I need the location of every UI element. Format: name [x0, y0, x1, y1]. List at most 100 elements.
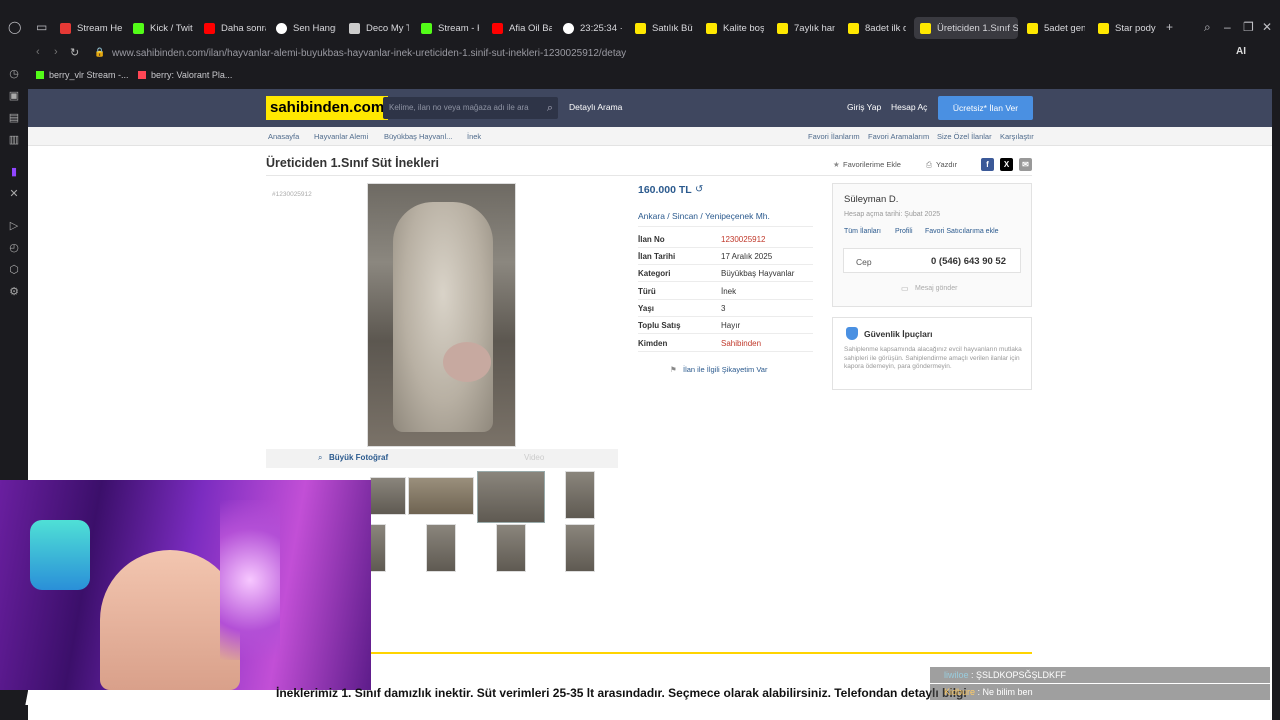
ai-button[interactable]: AI: [1236, 46, 1246, 57]
browser-tab[interactable]: Afia Oil Ba: [492, 17, 552, 39]
tab-label: 5adet genç: [1044, 22, 1085, 34]
browser-tab[interactable]: Daha sonra: [204, 17, 266, 39]
seller-since: Hesap açma tarihi: Şubat 2025: [844, 211, 941, 218]
browser-tab[interactable]: Star podyu: [1098, 17, 1156, 39]
facebook-icon[interactable]: f: [981, 158, 994, 171]
video-tab[interactable]: Video: [524, 453, 544, 462]
info-row: Toplu Satış Hayır: [638, 317, 813, 334]
info-key: Kimden: [638, 339, 668, 348]
sidebar-item-icon[interactable]: ◷: [8, 68, 20, 80]
thumbnail[interactable]: [426, 524, 456, 572]
sidebar-item-icon[interactable]: ▣: [8, 90, 20, 102]
seller-profile-link[interactable]: Profili: [895, 228, 913, 235]
extensions-icon[interactable]: ⬡: [8, 264, 20, 276]
thumbnail[interactable]: [408, 477, 474, 515]
chat-line: Kidbure : Ne bilim ben: [930, 684, 1270, 700]
top-link[interactable]: Favori İlanlarım: [808, 132, 860, 141]
forward-icon[interactable]: ›: [54, 46, 58, 58]
seller-favorite-link[interactable]: Favori Satıcılarıma ekle: [925, 228, 999, 235]
tab-label: Üreticiden 1.Sınıf Sü: [937, 22, 1018, 34]
twitch-icon[interactable]: ▮: [8, 166, 20, 178]
top-link[interactable]: Size Özel İlanlar: [937, 132, 992, 141]
breadcrumb-item[interactable]: İnek: [467, 132, 481, 141]
opera-logo-icon[interactable]: ◯: [8, 20, 21, 34]
close-icon[interactable]: ✕: [1262, 20, 1272, 34]
location-district[interactable]: Sincan: [672, 211, 698, 221]
browser-tab[interactable]: 7aylık ham: [777, 17, 835, 39]
thumbnail[interactable]: [370, 524, 386, 572]
maximize-icon[interactable]: ❐: [1243, 20, 1254, 34]
send-message-link[interactable]: Mesaj gönder: [915, 285, 957, 292]
tab-favicon-icon: [777, 22, 788, 34]
seller-name[interactable]: Süleyman D.: [844, 194, 898, 205]
print-icon: ⎙: [926, 160, 932, 169]
search-tabs-icon[interactable]: ⌕: [1204, 20, 1211, 35]
bookmark-item[interactable]: berry: Valorant Pla...: [138, 70, 232, 80]
new-tab-icon[interactable]: +: [1166, 20, 1173, 34]
price-history-icon[interactable]: ↺: [695, 184, 703, 195]
tab-label: Daha sonra: [221, 22, 266, 34]
back-icon[interactable]: ‹: [36, 46, 40, 58]
sidebar-item-icon[interactable]: ▤: [8, 112, 20, 124]
breadcrumb-item[interactable]: Anasayfa: [268, 132, 299, 141]
browser-tab[interactable]: Kick / Twitc: [133, 17, 193, 39]
main-photo[interactable]: [367, 183, 516, 447]
thumbnail[interactable]: [370, 477, 406, 515]
browser-tab[interactable]: Satılık Büy: [635, 17, 693, 39]
bookmark-item[interactable]: berry_vlr Stream -...: [36, 70, 129, 80]
search-input[interactable]: Kelime, ilan no veya mağaza adı ile ara ⌕: [383, 97, 558, 119]
top-link[interactable]: Karşılaştır: [1000, 132, 1034, 141]
big-photo-tab[interactable]: Büyük Fotoğraf: [329, 453, 388, 462]
login-link[interactable]: Giriş Yap: [847, 102, 881, 112]
sidebar-item-icon[interactable]: ▥: [8, 134, 20, 146]
history-icon[interactable]: ◴: [8, 242, 20, 254]
post-ad-button[interactable]: Ücretsiz* İlan Ver: [938, 96, 1033, 120]
chat-user: liwiloe: [944, 670, 969, 680]
thumbnail[interactable]: [565, 471, 595, 519]
shield-icon: [846, 327, 858, 340]
detailed-search-link[interactable]: Detaylı Arama: [569, 102, 622, 112]
tab-overview-icon[interactable]: ▭: [36, 20, 47, 34]
flag-icon: ⚑: [670, 365, 677, 374]
settings-icon[interactable]: ⚙: [8, 286, 20, 298]
browser-tab[interactable]: Stream - K: [421, 17, 479, 39]
print-link[interactable]: Yazdır: [936, 160, 957, 169]
browser-tab[interactable]: Sen Hangi: [276, 17, 336, 39]
player-icon[interactable]: ▷: [8, 220, 20, 232]
favorite-add-link[interactable]: Favorilerime Ekle: [843, 160, 901, 169]
tab-label: Stream He: [77, 22, 123, 34]
tab-favicon-icon: [563, 22, 574, 34]
seller-all-ads-link[interactable]: Tüm İlanları: [844, 228, 881, 235]
browser-tab[interactable]: 5adet genç: [1027, 17, 1085, 39]
browser-tab[interactable]: 8adet ilk d: [848, 17, 906, 39]
location-city[interactable]: Ankara: [638, 211, 665, 221]
minimize-icon[interactable]: –: [1224, 20, 1231, 34]
location-neighborhood[interactable]: Yenipeçenek Mh.: [705, 211, 770, 221]
url-field[interactable]: www.sahibinden.com/ilan/hayvanlar-alemi-…: [112, 48, 626, 59]
thumbnail[interactable]: [565, 524, 595, 572]
browser-tab[interactable]: Stream He: [60, 17, 128, 39]
browser-tab[interactable]: 23:25:34 ·: [563, 17, 623, 39]
title-divider: [266, 175, 1032, 176]
browser-tab-active[interactable]: Üreticiden 1.Sınıf Sü: [914, 17, 1018, 39]
breadcrumb-item[interactable]: Hayvanlar Alemi: [314, 132, 368, 141]
breadcrumb-item[interactable]: Büyükbaş Hayvanl...: [384, 132, 452, 141]
register-link[interactable]: Hesap Aç: [891, 102, 927, 112]
x-icon[interactable]: ✕: [8, 188, 20, 200]
thumbnail[interactable]: [496, 524, 526, 572]
complaint-link[interactable]: İlan ile İlgili Şikayetim Var: [683, 365, 767, 374]
site-logo[interactable]: sahibinden.com: [266, 96, 389, 120]
phone-box[interactable]: Cep 0 (546) 643 90 52: [843, 248, 1021, 273]
search-icon[interactable]: ⌕: [547, 97, 553, 119]
mail-icon[interactable]: ✉: [1019, 158, 1032, 171]
webcam-overlay: RyNoGamo: [0, 480, 371, 710]
x-share-icon[interactable]: X: [1000, 158, 1013, 171]
browser-tab[interactable]: Kalite boş: [706, 17, 764, 39]
reload-icon[interactable]: ↻: [70, 46, 79, 59]
photo-tabs: ⌕ Büyük Fotoğraf Video: [266, 449, 618, 468]
browser-tab[interactable]: Deco My T: [349, 17, 409, 39]
top-link[interactable]: Favori Aramalarım: [868, 132, 929, 141]
listing-description: İneklerimiz 1. Sınıf damızlık inektir. S…: [276, 686, 967, 700]
info-key: Türü: [638, 287, 656, 296]
thumbnail-selected[interactable]: [477, 471, 545, 523]
